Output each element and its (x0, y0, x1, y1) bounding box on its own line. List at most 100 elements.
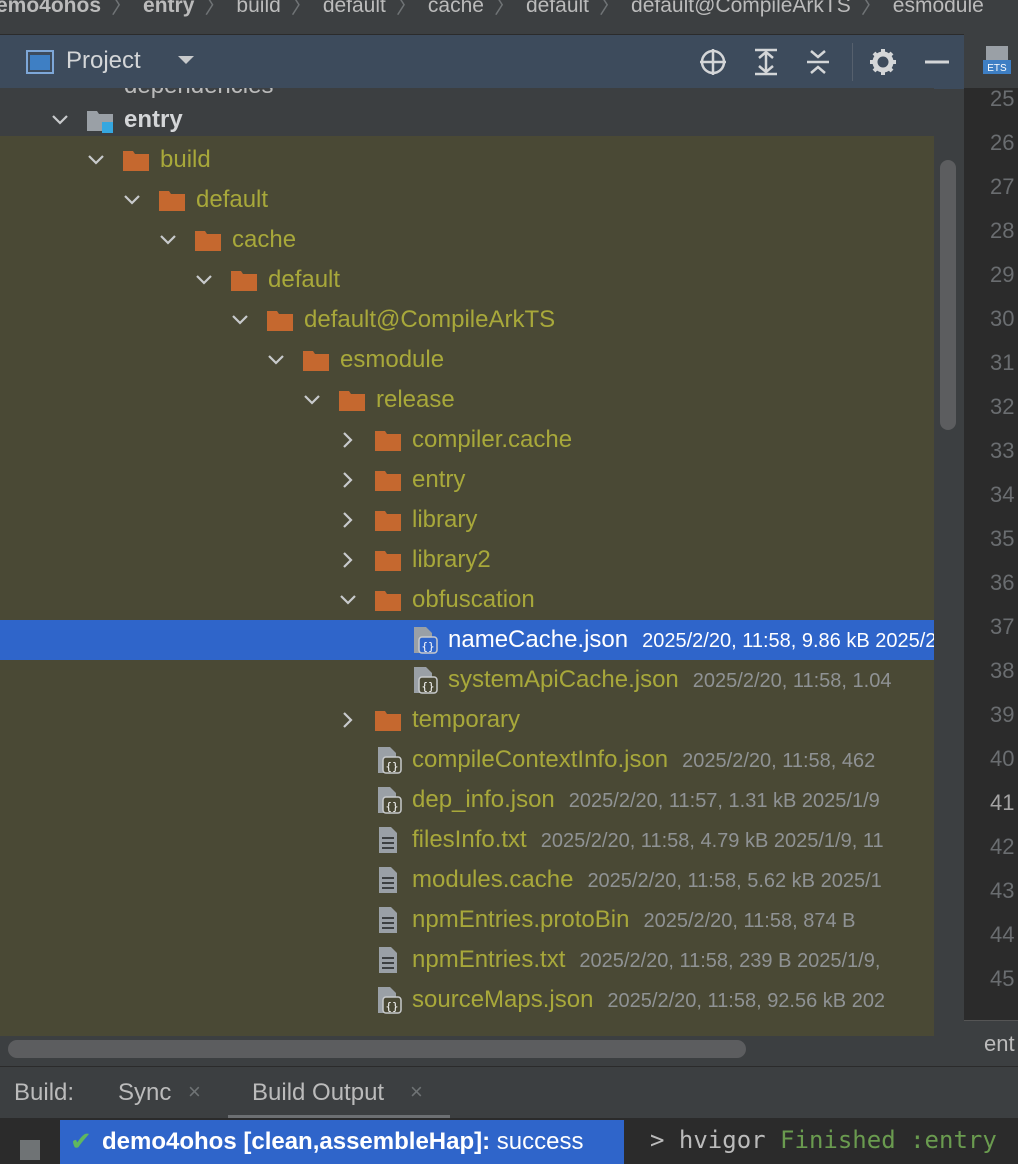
line-number: 28 (990, 218, 1015, 243)
chevron-down-icon[interactable] (50, 110, 70, 130)
text-file-icon (379, 947, 397, 973)
tab-build-output-close-icon[interactable]: × (410, 1079, 423, 1105)
line-number: 37 (990, 614, 1015, 639)
tree-item[interactable]: default@CompileArkTS (0, 300, 934, 340)
file-name: entry (412, 466, 466, 493)
tab-sync-close-icon[interactable]: × (188, 1079, 201, 1105)
breadcrumb-item[interactable]: esmodule (893, 0, 984, 16)
ets-file-icon[interactable]: ETS (982, 44, 1012, 78)
tree-item[interactable]: modules.cache 2025/2/20, 11:58, 5.62 kB 2… (0, 860, 934, 900)
line-number: 41 (990, 790, 1015, 815)
tree-item[interactable]: cache (0, 220, 934, 260)
tree-item-label: default (268, 266, 340, 294)
line-number: 38 (990, 658, 1015, 683)
file-name: entry (124, 106, 183, 133)
tab-sync[interactable]: Sync (118, 1079, 171, 1107)
chevron-down-icon[interactable] (176, 53, 196, 67)
tree-item[interactable]: entry (0, 100, 934, 140)
folder-icon (267, 311, 293, 331)
tree-item[interactable]: release (0, 380, 934, 420)
line-number: 33 (990, 438, 1015, 463)
line-number: 35 (990, 526, 1015, 551)
success-check-icon: ✔ (70, 1126, 92, 1156)
tree-item-label: default (196, 186, 268, 214)
expand-all-icon[interactable] (751, 47, 781, 77)
tree-item[interactable]: {} sourceMaps.json 2025/2/20, 11:58, 92.56… (0, 980, 934, 1020)
breadcrumb-separator-icon: 〉 (111, 0, 134, 18)
chevron-down-icon[interactable] (122, 190, 142, 210)
console-finished: Finished :entry (780, 1126, 997, 1154)
tree-item[interactable]: library2 (0, 540, 934, 580)
tree-item[interactable]: default (0, 180, 934, 220)
breadcrumb-item[interactable]: build (236, 0, 280, 16)
breadcrumb-item[interactable]: default@CompileArkTS (631, 0, 851, 16)
tree-item[interactable]: compiler.cache (0, 420, 934, 460)
vertical-scrollbar[interactable] (940, 160, 956, 430)
tree-item[interactable]: default (0, 260, 934, 300)
chevron-right-icon[interactable] (338, 470, 358, 490)
chevron-down-icon[interactable] (86, 150, 106, 170)
breadcrumb-item[interactable]: default (526, 0, 589, 16)
chevron-right-icon[interactable] (338, 550, 358, 570)
tree-item[interactable]: filesInfo.txt 2025/2/20, 11:58, 4.79 kB 2… (0, 820, 934, 860)
breadcrumb-item[interactable]: default (323, 0, 386, 16)
tree-item[interactable]: esmodule (0, 340, 934, 380)
tree-item[interactable]: {} compileContextInfo.json 2025/2/20, 11:5… (0, 740, 934, 780)
tree-item-label: npmEntries.protoBin 2025/2/20, 11:58, 874… (412, 906, 855, 935)
tree-item[interactable]: {} nameCache.json 2025/2/20, 11:58, 9.86 k… (0, 620, 934, 660)
file-name: compileContextInfo.json (412, 746, 669, 773)
breadcrumb-item[interactable]: emo4ohos (0, 0, 101, 16)
text-file-icon (379, 867, 397, 893)
tree-item-label: compiler.cache (412, 426, 572, 454)
breadcrumb-item[interactable]: entry (143, 0, 194, 16)
chevron-right-icon[interactable] (338, 430, 358, 450)
chevron-down-icon[interactable] (158, 230, 178, 250)
tree-item-label: nameCache.json 2025/2/20, 11:58, 9.86 kB … (448, 626, 934, 655)
tree-item[interactable]: npmEntries.txt 2025/2/20, 11:58, 239 B 20… (0, 940, 934, 980)
breadcrumb-item[interactable]: cache (428, 0, 484, 16)
chevron-right-icon[interactable] (338, 510, 358, 530)
locate-icon[interactable] (698, 47, 728, 77)
chevron-down-icon[interactable] (338, 590, 358, 610)
horizontal-scrollbar[interactable] (8, 1040, 746, 1058)
tree-item-cut[interactable]: dependencies (124, 88, 273, 100)
console-prefix: > hvigor (650, 1126, 781, 1154)
module-folder-icon (87, 111, 113, 133)
tree-item[interactable]: temporary (0, 700, 934, 740)
chevron-right-icon[interactable] (338, 710, 358, 730)
gear-icon[interactable] (868, 47, 898, 77)
line-number: 26 (990, 130, 1015, 155)
chevron-down-icon[interactable] (230, 310, 250, 330)
tree-item[interactable]: build (0, 140, 934, 180)
project-title[interactable]: Project (66, 47, 141, 75)
tree-item-label: library2 (412, 546, 491, 574)
tree-item[interactable]: npmEntries.protoBin 2025/2/20, 11:58, 874… (0, 900, 934, 940)
folder-icon (303, 351, 329, 371)
file-name: library (412, 506, 478, 533)
collapse-all-icon[interactable] (803, 47, 833, 77)
minimize-icon[interactable] (922, 47, 952, 77)
project-tree[interactable]: dependencies entry build default cache defau… (0, 88, 934, 1040)
tree-item[interactable]: {} systemApiCache.json 2025/2/20, 11:58, 1… (0, 660, 934, 700)
tree-item[interactable]: library (0, 500, 934, 540)
stop-icon[interactable] (20, 1140, 40, 1160)
svg-text:{}: {} (421, 680, 434, 693)
chevron-down-icon[interactable] (266, 350, 286, 370)
chevron-down-icon[interactable] (194, 270, 214, 290)
tree-item-label: release (376, 386, 455, 414)
tree-item-label: library (412, 506, 477, 534)
tree-item[interactable]: obfuscation (0, 580, 934, 620)
chevron-down-icon[interactable] (302, 390, 322, 410)
folder-icon (375, 591, 401, 611)
json-file-icon: {} (414, 667, 438, 694)
svg-text:{}: {} (385, 760, 398, 773)
tab-build-output[interactable]: Build Output (252, 1079, 384, 1107)
folder-icon (195, 231, 221, 251)
build-task: demo4ohos [clean,assembleHap]: (102, 1128, 491, 1155)
tree-item-label: obfuscation (412, 586, 535, 614)
breadcrumb: emo4ohos 〉 entry 〉 build 〉 default 〉 cache 〉 defau… (0, 0, 1018, 34)
file-meta: 2025/2/20, 11:57, 1.31 kB 2025/1/9 (568, 790, 880, 812)
tree-item[interactable]: entry (0, 460, 934, 500)
line-number: 29 (990, 262, 1015, 287)
tree-item[interactable]: {} dep_info.json 2025/2/20, 11:57, 1.31 kB… (0, 780, 934, 820)
